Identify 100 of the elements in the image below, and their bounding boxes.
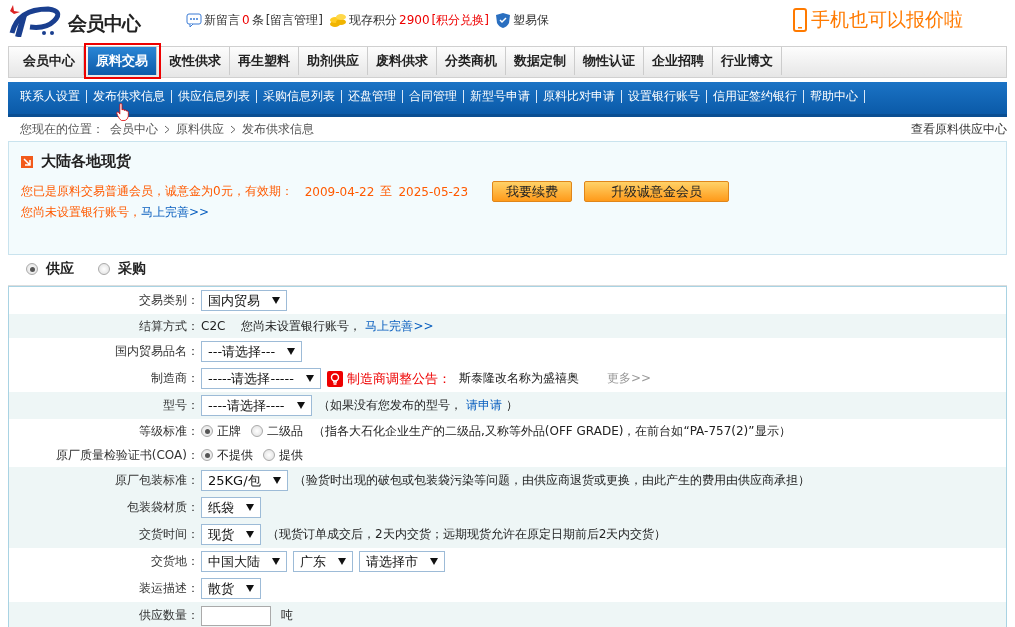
caret-icon	[287, 348, 296, 355]
radio-button[interactable]	[26, 263, 38, 275]
breadcrumb-link[interactable]: 会员中心	[110, 120, 158, 138]
dropdown[interactable]: 散货	[201, 578, 261, 599]
nav-tab[interactable]: 废料供求	[368, 47, 437, 75]
radio-label[interactable]: 采购	[118, 260, 146, 278]
radio-label[interactable]: 提供	[279, 446, 303, 464]
dropdown[interactable]: 现货	[201, 524, 261, 545]
quantity-field[interactable]	[201, 605, 271, 626]
complete-link[interactable]: 马上完善>>	[141, 204, 210, 221]
field-label: 原厂质量检验证书(COA)：	[54, 446, 200, 464]
notice-label: 制造商调整公告：	[346, 369, 451, 388]
radio-button[interactable]	[98, 263, 110, 275]
sub-nav-link[interactable]: 原料比对申请	[537, 90, 622, 103]
nav-tab[interactable]: 物性认证	[575, 47, 644, 75]
field-label: 包装袋材质：	[126, 499, 200, 516]
sub-nav-link[interactable]: 还盘管理	[342, 90, 403, 103]
field-label: 交货地：	[150, 553, 200, 570]
message-icon	[186, 12, 202, 28]
promo-text: 手机也可以报价啦	[811, 7, 963, 32]
nav-tab[interactable]: 再生塑料	[230, 47, 299, 75]
dropdown[interactable]: 25KG/包	[201, 470, 288, 491]
nav-tab[interactable]: 企业招聘	[644, 47, 713, 75]
field-text: （验货时出现的破包或包装袋污染等问题，由供应商退货或更换，由此产生的费用由供应商承担）	[293, 472, 810, 489]
message-manage-link[interactable]: [留言管理]	[265, 11, 323, 29]
nav-tab[interactable]: 改性供求	[161, 47, 230, 75]
sub-nav-link[interactable]: 帮助中心	[804, 90, 865, 103]
caret-icon	[246, 531, 254, 538]
sub-nav-link[interactable]: 供应信息列表	[172, 90, 257, 103]
field-label: 结算方式：	[138, 317, 200, 335]
caret-icon	[296, 402, 305, 409]
caret-icon	[272, 477, 281, 484]
phone-icon	[793, 8, 807, 32]
radio-label[interactable]: 不提供	[217, 446, 253, 464]
dropdown[interactable]: 请选择市	[359, 551, 445, 572]
dropdown[interactable]: ----请选择----	[201, 395, 312, 416]
caret-icon	[430, 558, 438, 565]
sub-nav-link[interactable]: 设置银行账号	[622, 90, 707, 103]
renew-button[interactable]: 我要续费	[492, 181, 573, 202]
radio-button[interactable]	[201, 425, 213, 437]
field-text: 吨	[281, 607, 293, 624]
radio-label[interactable]: 供应	[46, 260, 74, 278]
apply-link[interactable]: 马上完善>>	[365, 317, 434, 335]
field-text: ）	[505, 397, 518, 414]
dropdown[interactable]: 中国大陆	[201, 551, 287, 572]
field-label: 装运描述：	[138, 580, 200, 597]
sub-nav-link[interactable]: 采购信息列表	[257, 90, 342, 103]
status-text: 您已是原料交易普通会员，诚意金为0元，有效期：	[21, 183, 293, 200]
bank-notice: 您尚未设置银行账号，	[21, 204, 141, 221]
points-label: 现存积分	[349, 11, 397, 29]
upgrade-button[interactable]: 升级诚意金会员	[584, 181, 730, 202]
breadcrumb-current: 发布供求信息	[242, 120, 314, 138]
field-label: 国内贸易品名：	[114, 343, 200, 360]
field-label: 供应数量：	[138, 607, 200, 624]
field-text: （指各大石化企业生产的二级品,又称等外品(OFF GRADE)，在前台如“PA-757(2)”显示）	[313, 422, 791, 440]
dropdown[interactable]: 国内贸易	[201, 290, 287, 311]
dropdown[interactable]: 纸袋	[201, 497, 261, 518]
field-label: 等级标准：	[138, 422, 200, 440]
date-separator: 至	[380, 183, 393, 200]
caret-icon	[246, 504, 254, 511]
start-date: 2009-04-22	[304, 184, 375, 199]
field-label: 交货时间：	[138, 526, 200, 543]
nav-tab[interactable]: 行业博文	[713, 47, 782, 75]
breadcrumb-label: 您现在的位置：	[20, 120, 104, 138]
caret-icon	[272, 558, 280, 565]
field-text: （如果没有您发布的型号，	[317, 397, 462, 414]
dropdown[interactable]: ---请选择---	[201, 341, 303, 362]
points-exchange-link[interactable]: [积分兑换]	[431, 11, 489, 29]
caret-icon	[305, 375, 314, 382]
chevron-icon	[230, 124, 236, 134]
caret-icon	[246, 585, 254, 592]
sub-nav-link[interactable]: 合同管理	[403, 90, 464, 103]
radio-button[interactable]	[251, 425, 263, 437]
field-text: （现货订单成交后，2天内交货；远期现货允许在原定日期前后2天内交货）	[267, 526, 667, 543]
radio-label[interactable]: 正牌	[217, 422, 241, 440]
nav-tab[interactable]: 分类商机	[437, 47, 506, 75]
breadcrumb-link[interactable]: 原料供应	[176, 120, 224, 138]
field-label: 制造商：	[150, 370, 200, 387]
dropdown[interactable]: -----请选择-----	[201, 368, 321, 389]
hand-cursor-icon	[116, 103, 129, 121]
nav-tab[interactable]: 数据定制	[506, 47, 575, 75]
sub-nav-link[interactable]: 新型号申请	[464, 90, 537, 103]
nav-tab[interactable]: 助剂供应	[299, 47, 368, 75]
sub-nav-link[interactable]: 信用证签约银行	[707, 90, 804, 103]
radio-button[interactable]	[201, 449, 213, 461]
sub-nav-link[interactable]: 联系人设置	[14, 90, 87, 103]
field-text: 您尚未设置银行账号，	[241, 317, 362, 335]
guarantee-link[interactable]: 塑易保	[512, 11, 549, 29]
chevron-icon	[164, 124, 170, 134]
apply-link[interactable]: 请申请	[465, 397, 502, 414]
end-date: 2025-05-23	[398, 184, 469, 199]
logo-text: 会员中心	[68, 11, 140, 36]
points-value: 2900	[399, 13, 430, 27]
dropdown[interactable]: 广东	[293, 551, 353, 572]
radio-label[interactable]: 二级品	[267, 422, 303, 440]
field-label: 原厂包装标准：	[114, 472, 200, 489]
center-link[interactable]: 查看原料供应中心	[911, 120, 1007, 138]
message-count: 0	[242, 13, 250, 27]
radio-button[interactable]	[263, 449, 275, 461]
caret-icon	[272, 297, 280, 304]
